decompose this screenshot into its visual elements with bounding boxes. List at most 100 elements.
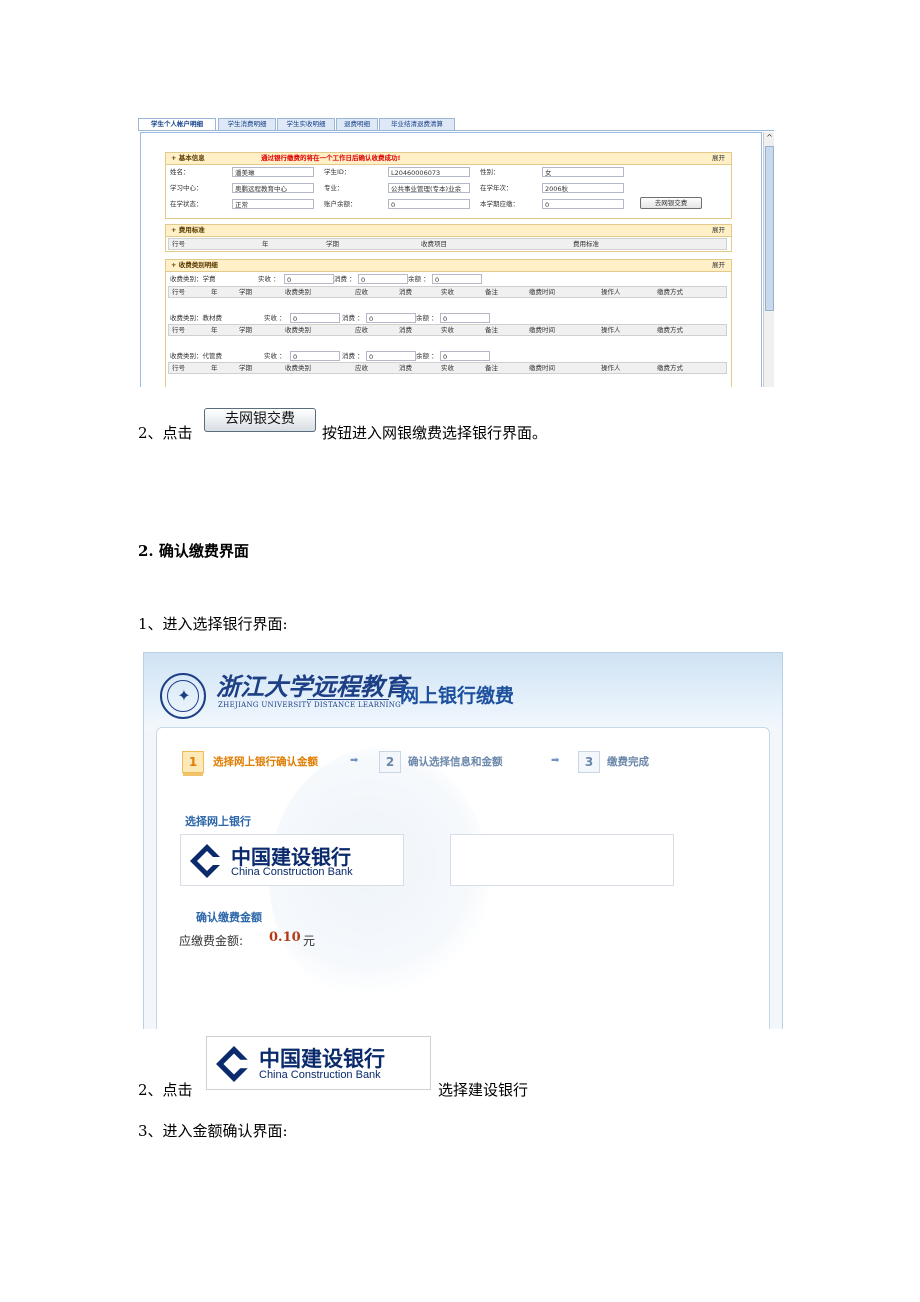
col-pay-method: 缴费方式 bbox=[657, 288, 683, 296]
choose-bank-heading: 选择网上银行 bbox=[185, 815, 251, 828]
basic-info-title: 基本信息 bbox=[178, 154, 205, 162]
panel-bullet-icon: + bbox=[171, 261, 179, 269]
ccb-bank-option[interactable]: 中国建设银行 China Construction Bank bbox=[180, 834, 404, 886]
received-label: 实收 ： bbox=[264, 314, 286, 322]
col-pay-time: 缴费时间 bbox=[529, 288, 555, 296]
category-label: 收费类别：学费 bbox=[170, 275, 216, 283]
grade-field: 2006秋 bbox=[542, 183, 624, 193]
col-category: 收费类别 bbox=[285, 288, 311, 296]
col-remark: 备注 bbox=[485, 326, 498, 334]
amount-label: 应缴费金额: bbox=[179, 934, 244, 948]
scrollbar-thumb[interactable] bbox=[765, 146, 774, 311]
step-3-label: 缴费完成 bbox=[607, 756, 649, 768]
online-bank-payment-screenshot: ✦ 浙江大学远程教育 ZHEJIANG UNIVERSITY DISTANCE … bbox=[143, 652, 783, 1029]
step-2-number: 2 bbox=[379, 751, 401, 773]
balance-field: 0 bbox=[440, 351, 490, 361]
received-field: 0 bbox=[290, 313, 340, 323]
col-receivable: 应收 bbox=[355, 364, 368, 372]
spent-field: 0 bbox=[366, 313, 416, 323]
due-field: 0 bbox=[542, 199, 624, 209]
bank-payment-warning: 通过银行缴费的将在一个工作日后确认收费成功! bbox=[261, 154, 401, 162]
received-field: 0 bbox=[290, 351, 340, 361]
spent-field: 0 bbox=[358, 274, 408, 284]
tab-received-detail[interactable]: 学生实收明细 bbox=[277, 118, 335, 130]
col-fee-item: 收费项目 bbox=[421, 240, 447, 248]
panel-bullet-icon: + bbox=[171, 226, 179, 234]
category-detail-panel: + 收费类别明细 展开 收费类别：学费 实收 ： 0 消费 ： 0 余额 ： 0… bbox=[165, 259, 732, 387]
center-field: 奥鹏远程教育中心 bbox=[232, 183, 314, 193]
step-1-label: 选择网上银行确认金额 bbox=[213, 756, 318, 768]
received-field: 0 bbox=[284, 274, 334, 284]
expand-link[interactable]: 展开 bbox=[712, 260, 725, 271]
expand-link[interactable]: 展开 bbox=[712, 225, 725, 236]
step-arrow-icon: ➡ bbox=[551, 755, 560, 766]
due-label: 本学期应缴： bbox=[480, 200, 519, 208]
tab-refund-detail[interactable]: 退费明细 bbox=[336, 118, 378, 130]
col-received: 实收 bbox=[441, 364, 454, 372]
student-id-label: 学生ID： bbox=[324, 168, 351, 176]
col-term: 学期 bbox=[239, 364, 252, 372]
col-remark: 备注 bbox=[485, 288, 498, 296]
confirm-amount-heading: 确认缴费金额 bbox=[196, 911, 262, 924]
col-row-no: 行号 bbox=[172, 240, 185, 248]
basic-info-header: + 基本信息 通过银行缴费的将在一个工作日后确认收费成功! 展开 bbox=[166, 153, 731, 165]
col-year: 年 bbox=[211, 326, 218, 334]
step-arrow-icon: ➡ bbox=[350, 755, 359, 766]
step-enter-bank-select: 1、进入选择银行界面: bbox=[138, 615, 288, 633]
logo-underline bbox=[307, 699, 389, 700]
category-detail-header: + 收费类别明细 展开 bbox=[166, 260, 731, 272]
go-online-bank-pay-button[interactable]: 去网银交费 bbox=[204, 408, 316, 432]
ccb-logo-icon bbox=[190, 844, 225, 878]
col-term: 学期 bbox=[239, 326, 252, 334]
col-received: 实收 bbox=[441, 288, 454, 296]
basic-info-panel: + 基本信息 通过银行缴费的将在一个工作日后确认收费成功! 展开 姓名： 潘美琳… bbox=[165, 152, 732, 219]
spent-label: 消费 ： bbox=[342, 314, 364, 322]
received-label: 实收 ： bbox=[258, 275, 280, 283]
fee-standard-title: 费用标准 bbox=[178, 226, 205, 234]
tab-graduation-settlement[interactable]: 毕业结清退费清算 bbox=[379, 118, 455, 130]
bank-option-placeholder[interactable] bbox=[450, 834, 674, 886]
tab-account-detail[interactable]: 学生个人帐户明细 bbox=[138, 118, 216, 130]
category-label: 收费类别：代管费 bbox=[170, 352, 222, 360]
university-name-cn: 浙江大学远程教育 bbox=[216, 672, 408, 701]
vertical-scrollbar[interactable]: ^ bbox=[763, 132, 774, 387]
col-term: 学期 bbox=[326, 240, 339, 248]
detail-header-row: 行号 年 学期 收费类别 应收 消费 实收 备注 缴费时间 操作人 缴费方式 bbox=[168, 324, 727, 336]
balance-label: 余额 ： bbox=[416, 314, 438, 322]
go-online-bank-pay-button[interactable]: 去网银交费 bbox=[640, 197, 702, 209]
col-operator: 操作人 bbox=[601, 288, 621, 296]
ccb-bank-logo-inline[interactable]: 中国建设银行 China Construction Bank bbox=[206, 1036, 431, 1090]
balance-label: 余额 ： bbox=[416, 352, 438, 360]
balance-field: 0 bbox=[440, 313, 490, 323]
col-receivable: 应收 bbox=[355, 288, 368, 296]
col-spent: 消费 bbox=[399, 326, 412, 334]
amount-value: 0.10 bbox=[269, 930, 301, 945]
tab-consumption-detail[interactable]: 学生消费明细 bbox=[218, 118, 276, 130]
col-year: 年 bbox=[262, 240, 269, 248]
name-field: 潘美琳 bbox=[232, 167, 314, 177]
university-emblem-icon: ✦ bbox=[160, 673, 206, 719]
fee-standard-header: + 费用标准 展开 bbox=[166, 225, 731, 237]
expand-link[interactable]: 展开 bbox=[712, 153, 725, 164]
gender-field: 女 bbox=[542, 167, 624, 177]
col-remark: 备注 bbox=[485, 364, 498, 372]
col-spent: 消费 bbox=[399, 364, 412, 372]
status-label: 在学状态： bbox=[170, 200, 203, 208]
col-pay-method: 缴费方式 bbox=[657, 364, 683, 372]
scroll-up-icon[interactable]: ^ bbox=[764, 132, 774, 143]
panel-bullet-icon: + bbox=[171, 154, 179, 162]
category-detail-title: 收费类别明细 bbox=[178, 261, 218, 269]
col-spent: 消费 bbox=[399, 288, 412, 296]
step-click-suffix: 按钮进入网银缴费选择银行界面。 bbox=[322, 424, 548, 442]
account-detail-screenshot: 学生个人帐户明细 学生消费明细 学生实收明细 退费明细 毕业结清退费清算 + 基… bbox=[138, 118, 774, 387]
step-click-prefix: 2、点击 bbox=[138, 424, 193, 442]
system-title: 网上银行缴费 bbox=[400, 685, 515, 707]
content-frame: + 基本信息 通过银行缴费的将在一个工作日后确认收费成功! 展开 姓名： 潘美琳… bbox=[140, 132, 762, 387]
col-pay-time: 缴费时间 bbox=[529, 326, 555, 334]
step-1-number: 1 bbox=[182, 751, 204, 773]
name-label: 姓名： bbox=[170, 168, 190, 176]
col-pay-time: 缴费时间 bbox=[529, 364, 555, 372]
balance-field: 0 bbox=[388, 199, 470, 209]
col-received: 实收 bbox=[441, 326, 454, 334]
major-label: 专业： bbox=[324, 184, 344, 192]
